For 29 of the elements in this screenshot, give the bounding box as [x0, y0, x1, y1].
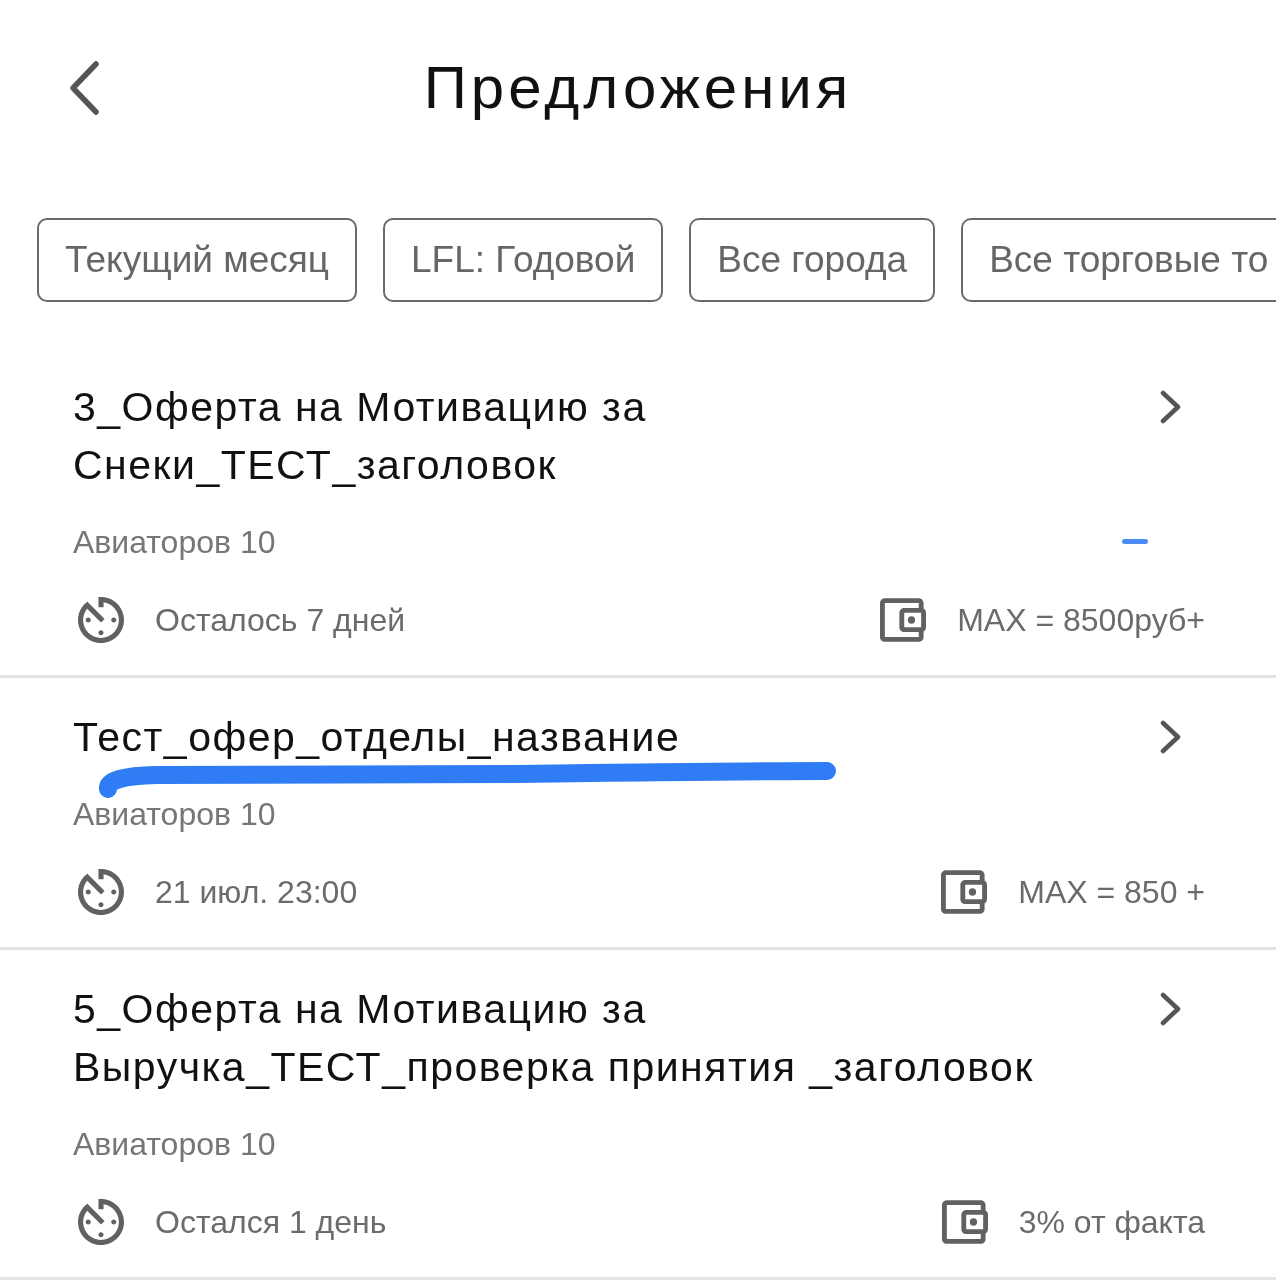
timer-icon — [78, 1199, 124, 1245]
wallet-icon — [880, 598, 927, 642]
chevron-right-icon[interactable] — [1159, 992, 1183, 1026]
back-button[interactable] — [68, 60, 100, 116]
chevron-right-icon[interactable] — [1159, 390, 1183, 424]
page-title: Предложения — [423, 53, 853, 123]
timer-icon — [78, 597, 124, 643]
filter-chip[interactable]: Все города — [689, 218, 936, 302]
offer-title: 5_Оферта на Мотивацию за Выручка_ТЕСТ_проверка принятия _заголовок — [73, 985, 1035, 1092]
offer-title: 3_Оферта на Мотивацию за Снеки_ТЕСТ_заголовок — [73, 383, 648, 490]
pen-stroke — [1121, 538, 1149, 545]
offer-location: Авиаторов 10 — [73, 1125, 276, 1164]
chevron-left-icon — [68, 60, 100, 116]
offer-location: Авиаторов 10 — [73, 523, 276, 562]
reward-text: 3% от факта — [1018, 1203, 1205, 1242]
filter-chip[interactable]: LFL: Годовой — [383, 218, 664, 302]
wallet-icon — [941, 870, 988, 914]
reward-text: MAX = 8500руб+ — [957, 601, 1205, 640]
offer-location: Авиаторов 10 — [73, 795, 276, 834]
deadline-text: Осталось 7 дней — [155, 601, 406, 640]
timer-icon — [78, 869, 124, 915]
chevron-right-icon[interactable] — [1159, 720, 1183, 754]
wallet-icon — [941, 1200, 988, 1244]
deadline-text: 21 июл. 23:00 — [155, 873, 358, 912]
filter-chip[interactable]: Текущий месяц — [37, 218, 357, 302]
reward-text: MAX = 850 + — [1018, 873, 1205, 912]
offer-title: Тест_офер_отделы_название — [73, 713, 682, 762]
filter-chip[interactable]: Все торговые то — [961, 218, 1276, 302]
deadline-text: Остался 1 день — [155, 1203, 387, 1242]
